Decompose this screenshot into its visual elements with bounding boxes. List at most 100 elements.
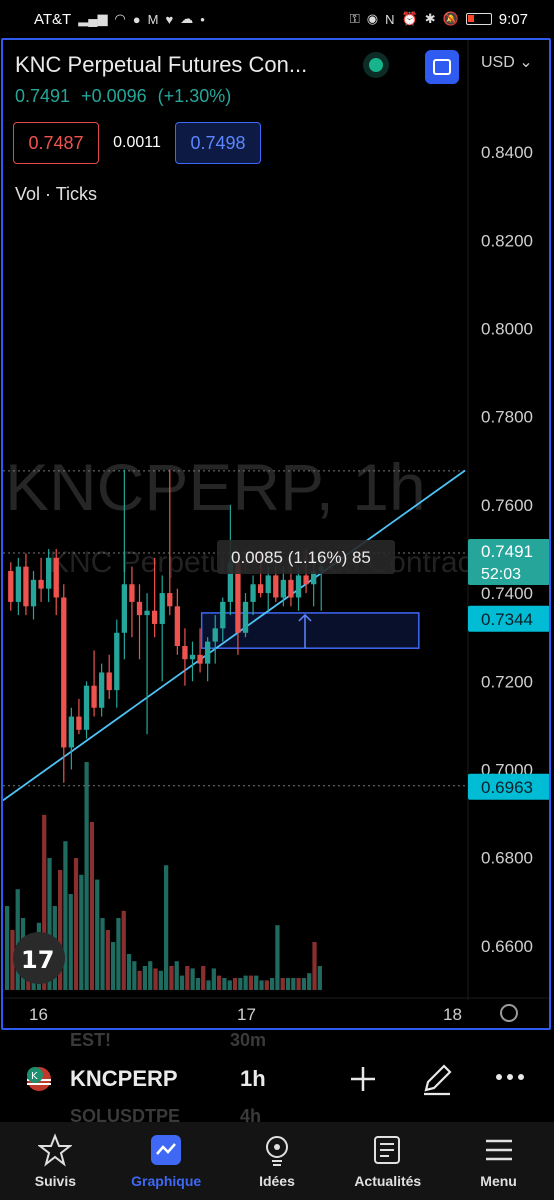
candle-body (68, 716, 75, 748)
fullscreen-icon (433, 59, 451, 75)
candle-body (288, 579, 294, 598)
nav-item-watchlist[interactable]: Suivis (5, 1133, 105, 1189)
spread-value: 0.0011 (113, 134, 161, 151)
scrolled-list-item: 30m (230, 1030, 267, 1050)
gmail-icon: M (147, 11, 159, 27)
volume-bar (164, 865, 169, 990)
heart-icon: ♥ (165, 11, 174, 27)
clock: 9:07 (498, 10, 528, 28)
volume-bar (174, 961, 179, 990)
price-tick-label: 0.8400 (481, 143, 533, 162)
nav-label: Graphique (131, 1173, 202, 1189)
nav-item-menu[interactable]: Menu (449, 1133, 549, 1189)
candle-body (167, 593, 173, 607)
price-tick-label: 0.7400 (481, 584, 533, 603)
price-tick-label: 0.8000 (481, 319, 533, 338)
bid-ask-panel: 0.7487 0.0011 0.7498 (13, 122, 261, 164)
time-tick-label: 17 (237, 1005, 256, 1024)
candle-body (45, 557, 52, 589)
carrier-label: AT&T (34, 10, 72, 28)
add-icon[interactable] (348, 1064, 378, 1094)
buy-button[interactable]: 0.7498 (175, 122, 261, 164)
nav-label: Suivis (34, 1173, 77, 1189)
candle-body (114, 632, 120, 691)
price-tick-label: 0.8200 (481, 231, 533, 250)
candle-body (83, 685, 90, 730)
nav-item-ideas[interactable]: Idées (227, 1133, 327, 1189)
volume-bar (179, 975, 185, 990)
candle-body (242, 601, 249, 633)
wifi-icon: ◠ (114, 11, 126, 26)
svg-text:K: K (31, 1071, 38, 1082)
candle-body (151, 610, 158, 624)
news-icon (373, 1136, 400, 1164)
volume-bar (317, 966, 322, 990)
candle-body (98, 672, 105, 708)
volume-bar (95, 879, 100, 990)
tradingview-logo-mark: 17 (21, 946, 54, 974)
more-dots-icon: • (200, 11, 205, 27)
sell-button[interactable]: 0.7487 (13, 122, 99, 164)
volume-bar (73, 858, 79, 990)
volume-bar (89, 822, 95, 990)
symbol-flag-icon[interactable]: K (26, 1066, 52, 1092)
alarm-icon: ⏰ (401, 11, 418, 26)
price-change-percent: (+1.30%) (157, 86, 232, 106)
volume-bar (137, 970, 142, 990)
volume-bar (111, 942, 116, 990)
volume-bar (132, 961, 137, 990)
volume-bar (264, 980, 269, 990)
candle-body (250, 584, 256, 602)
volume-bar (217, 975, 222, 990)
price-tick-label: 0.7800 (481, 408, 533, 427)
lightbulb-icon (265, 1136, 288, 1166)
volume-bar (238, 978, 243, 990)
symbol-header: KNC Perpetual Futures Con... 0.7491 +0.0… (15, 52, 335, 107)
volume-bar (285, 978, 291, 990)
candle-body (303, 575, 309, 585)
volume-bar (227, 980, 232, 990)
volume-bar (190, 968, 195, 990)
chart-panel[interactable]: KNCPERP, 1hKNC Perpetual Futures Contrac… (1, 38, 551, 1030)
candle-body (159, 593, 165, 624)
fullscreen-button[interactable] (425, 50, 459, 84)
candle-body (174, 606, 181, 646)
range-box (200, 612, 420, 649)
symbol-selector[interactable]: KNCPERP (70, 1066, 178, 1092)
nav-item-chart[interactable]: Graphique (116, 1133, 216, 1189)
settings-gear-icon[interactable] (500, 1004, 518, 1022)
measure-label: 0.0085 (1.16%) 85 (231, 548, 371, 567)
price-tick-label: 0.7200 (481, 672, 533, 691)
candle-body (61, 597, 67, 748)
symbol-title[interactable]: KNC Perpetual Futures Con... (15, 52, 335, 78)
chart-toolbar: EST! 30m SOLUSDTPE 4h K KNCPERP 1h (0, 1030, 554, 1126)
volume-bar (248, 975, 254, 990)
candle-body (182, 646, 188, 660)
app-notification-icon: ● (132, 11, 141, 27)
candle-body (189, 654, 196, 660)
bottom-navigation: Suivis Graphique Idées Actualités Menu (0, 1122, 554, 1200)
price-change: +0.0096 (81, 86, 147, 106)
currency-selector[interactable]: USD ⌄ (481, 52, 533, 72)
volume-bar (105, 930, 110, 990)
volume-bar (307, 973, 312, 990)
more-options-icon[interactable] (494, 1070, 528, 1084)
candle-body (204, 641, 211, 664)
candle-body (91, 685, 97, 708)
volume-bar (301, 978, 307, 990)
candle-body (129, 584, 135, 602)
nav-item-news[interactable]: Actualités (338, 1133, 438, 1189)
candle-body (265, 575, 271, 594)
volume-bar (201, 966, 206, 990)
volume-bar (270, 978, 275, 990)
volume-bar (68, 894, 73, 990)
candle-body (121, 584, 128, 633)
drawing-tool-icon[interactable] (420, 1062, 454, 1096)
volume-indicator-label[interactable]: Vol · Ticks (15, 184, 97, 205)
time-tick-label: 16 (29, 1005, 48, 1024)
nav-label: Menu (480, 1173, 517, 1189)
candle-body (30, 579, 37, 607)
interval-selector[interactable]: 1h (240, 1066, 266, 1092)
nav-label: Actualités (354, 1173, 422, 1189)
volume-bar (15, 889, 20, 990)
